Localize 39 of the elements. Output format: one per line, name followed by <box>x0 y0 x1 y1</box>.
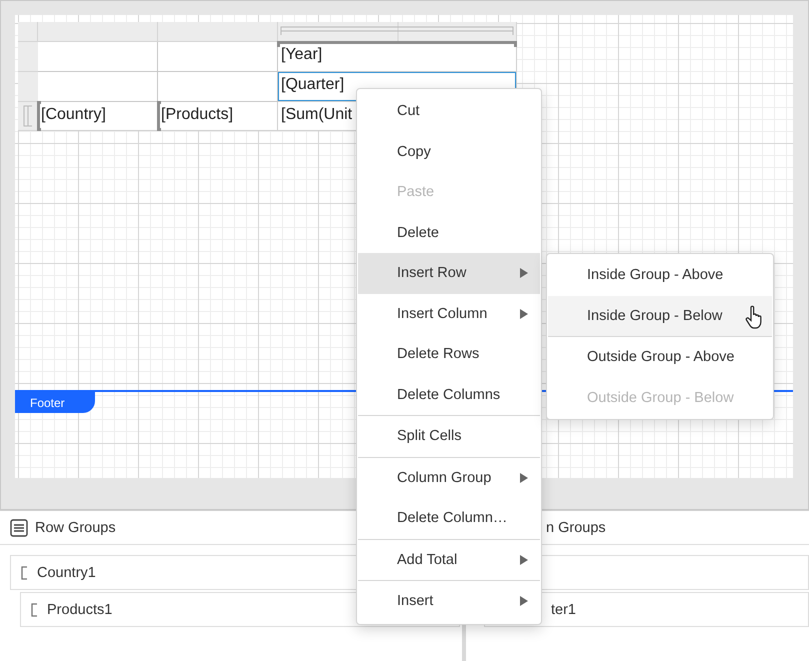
panel-title: n Groups <box>546 520 606 536</box>
menu-item[interactable]: Insert Column <box>358 294 540 334</box>
menu-item[interactable]: Insert <box>358 580 540 622</box>
table-cell[interactable]: [Year] <box>278 42 517 72</box>
menu-item[interactable]: Insert Row <box>358 253 540 294</box>
row-group-marker-icon <box>23 105 33 127</box>
submenu-arrow-icon <box>520 472 528 483</box>
group-label: ter1 <box>551 602 576 618</box>
row-handle[interactable] <box>18 42 38 72</box>
column-handle[interactable] <box>158 22 278 42</box>
list-icon <box>10 518 28 536</box>
group-label: Country1 <box>37 564 96 580</box>
menu-item[interactable]: Column Group <box>358 456 540 498</box>
column-handle[interactable] <box>278 22 517 42</box>
menu-item[interactable]: Inside Group - Above <box>548 255 772 296</box>
panel-title: Row Groups <box>35 520 116 536</box>
menu-item[interactable]: Delete Rows <box>358 334 540 374</box>
footer-label: Footer <box>15 391 95 413</box>
menu-item[interactable]: Delete Columns <box>358 374 540 415</box>
menu-item[interactable]: Copy <box>358 132 540 172</box>
group-label: Products1 <box>47 602 112 618</box>
submenu-arrow-icon <box>520 268 528 278</box>
submenu-arrow-icon <box>520 596 528 606</box>
row-handle[interactable] <box>18 102 38 131</box>
submenu-arrow-icon <box>520 308 528 319</box>
corner-handle[interactable] <box>18 22 38 42</box>
row-handle[interactable] <box>18 72 38 102</box>
menu-item[interactable]: Inside Group - Below <box>548 296 772 336</box>
table-cell[interactable]: [Country] <box>38 102 158 131</box>
menu-item[interactable]: Add Total <box>358 538 540 580</box>
bracket-icon <box>21 566 28 580</box>
menu-item[interactable]: Split Cells <box>358 415 540 456</box>
menu-item[interactable]: Outside Group - Above <box>548 336 772 378</box>
bracket-icon <box>31 602 38 616</box>
menu-item[interactable]: Delete <box>358 212 540 253</box>
submenu-arrow-icon <box>520 554 528 565</box>
menu-item[interactable]: Delete Column… <box>358 498 540 538</box>
table-cell[interactable]: [Products] <box>158 102 278 131</box>
column-handle[interactable] <box>38 22 158 42</box>
